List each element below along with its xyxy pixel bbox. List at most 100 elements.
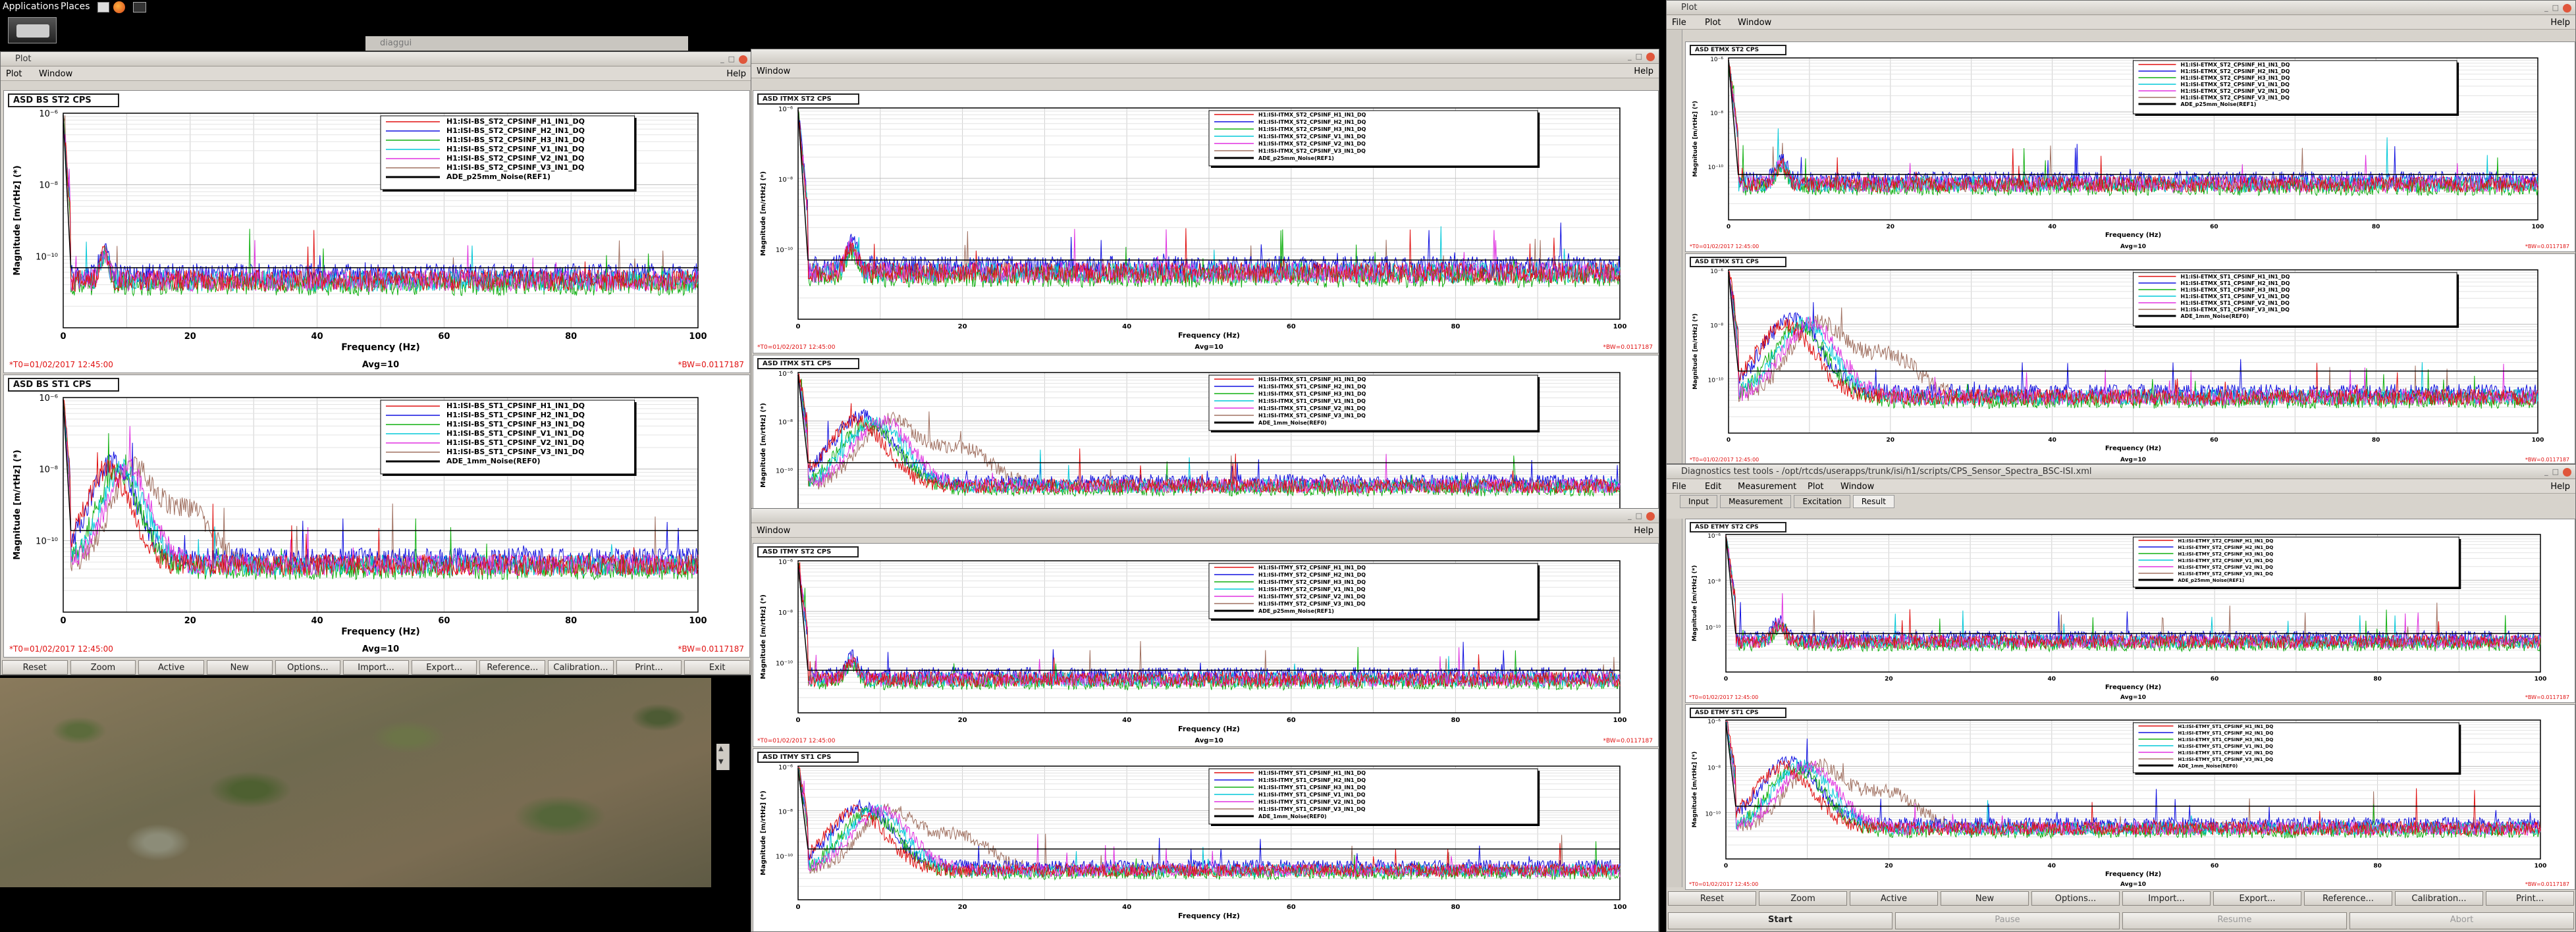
spectrum-plot[interactable]: 10⁻⁶10⁻⁸10⁻¹⁰020406080100Frequency (Hz)M… bbox=[753, 91, 1658, 353]
button-active[interactable]: Active bbox=[138, 660, 204, 675]
scroll-up-icon[interactable]: ▲ bbox=[718, 745, 724, 752]
plot-pad[interactable]: ASD ITMX ST1 CPS10⁻⁶10⁻⁸10⁻¹⁰02040608010… bbox=[753, 355, 1659, 509]
result-scrollbar[interactable] bbox=[1667, 519, 1682, 887]
menu-edit[interactable]: Edit bbox=[1705, 482, 1721, 492]
button-active[interactable]: Active bbox=[1850, 891, 1938, 906]
plot-pad[interactable]: ASD ITMY ST1 CPS 10⁻⁶ 10⁻⁸ 10⁻¹⁰ 0 20 40 60 80 10… bbox=[753, 748, 1659, 932]
minimize-icon[interactable]: _ bbox=[2544, 3, 2552, 12]
spectrum-plot[interactable]: 10⁻⁶10⁻⁸10⁻¹⁰020406080100Frequency (Hz)M… bbox=[753, 355, 1658, 509]
action-start[interactable]: Start bbox=[1668, 912, 1892, 929]
action-abort[interactable]: Abort bbox=[2349, 912, 2574, 929]
spectrum-plot[interactable]: 10⁻⁶10⁻⁸10⁻¹⁰020406080100Frequency (Hz)M… bbox=[1686, 254, 2575, 464]
button-zoom[interactable]: Zoom bbox=[70, 660, 136, 675]
button-exit[interactable]: Exit bbox=[684, 660, 751, 675]
maximize-icon[interactable]: □ bbox=[728, 55, 739, 63]
scrollbar[interactable]: ▲ ▼ bbox=[716, 744, 730, 770]
spectrum-plot[interactable]: 10⁻⁶10⁻⁸10⁻¹⁰020406080100Frequency (Hz)M… bbox=[4, 91, 749, 373]
maximize-icon[interactable]: □ bbox=[1636, 511, 1646, 520]
button-calibration[interactable]: Calibration... bbox=[2395, 891, 2483, 906]
plot-pad[interactable]: ASD BS ST2 CPS 10⁻⁶ 10⁻⁸ 10⁻¹⁰ 0 20 40 60 80 100 F… bbox=[3, 90, 750, 373]
scroll-down-icon[interactable]: ▼ bbox=[718, 758, 724, 765]
minimize-icon[interactable]: _ bbox=[1628, 52, 1636, 61]
button-reference[interactable]: Reference... bbox=[2304, 891, 2392, 906]
tab-measurement[interactable]: Measurement bbox=[1720, 495, 1792, 508]
spectrum-plot[interactable]: 10⁻⁶10⁻⁸10⁻¹⁰020406080100Frequency (Hz)M… bbox=[1686, 42, 2575, 251]
title-bar[interactable]: _□ bbox=[751, 509, 1659, 523]
close-icon[interactable] bbox=[2563, 3, 2571, 13]
spectrum-plot[interactable]: 10⁻⁶10⁻⁸10⁻¹⁰020406080100Frequency (Hz)M… bbox=[753, 749, 1658, 932]
window-controls[interactable]: _□ bbox=[720, 55, 747, 64]
terminal-launcher-icon[interactable] bbox=[97, 2, 109, 13]
plot-pad[interactable]: ASD ETMY ST2 CPS 10⁻⁶ 10⁻⁸ 10⁻¹⁰ 0 20 40 60 80 10… bbox=[1685, 519, 2575, 703]
button-new[interactable]: New bbox=[1941, 891, 2029, 906]
spectrum-plot[interactable]: 10⁻⁶10⁻⁸10⁻¹⁰020406080100Frequency (Hz)M… bbox=[753, 544, 1658, 746]
button-zoom[interactable]: Zoom bbox=[1759, 891, 1847, 906]
window-controls[interactable]: _□ bbox=[2544, 3, 2571, 13]
spectrum-plot[interactable]: 10⁻⁶10⁻⁸10⁻¹⁰020406080100Frequency (Hz)M… bbox=[4, 375, 749, 657]
menu-window[interactable]: Window bbox=[1840, 482, 1874, 492]
window-controls[interactable]: _□ bbox=[2544, 467, 2571, 477]
button-import[interactable]: Import... bbox=[2122, 891, 2211, 906]
button-print[interactable]: Print... bbox=[2486, 891, 2574, 906]
maximize-icon[interactable]: □ bbox=[2552, 467, 2563, 476]
maximize-icon[interactable]: □ bbox=[2552, 3, 2563, 12]
plot-pad[interactable]: ASD ITMX ST2 CPS 10⁻⁶ 10⁻⁸ 10⁻¹⁰ 0 20 40 60 80 10… bbox=[753, 90, 1659, 353]
side-scrollbar[interactable] bbox=[1667, 30, 1682, 463]
button-reset[interactable]: Reset bbox=[2, 660, 68, 675]
button-calibration[interactable]: Calibration... bbox=[548, 660, 614, 675]
close-icon[interactable] bbox=[739, 55, 747, 64]
menu-plot[interactable]: Plot bbox=[1808, 482, 1824, 492]
minimize-icon[interactable]: _ bbox=[720, 55, 728, 63]
maximize-icon[interactable]: □ bbox=[1636, 52, 1646, 61]
minimize-icon[interactable]: _ bbox=[1628, 511, 1636, 520]
plot-pad[interactable]: ASD ITMY ST2 CPS 10⁻⁶ 10⁻⁸ 10⁻¹⁰ 0 20 40 60 80 10… bbox=[753, 543, 1659, 747]
tab-input[interactable]: Input bbox=[1680, 495, 1718, 508]
button-options[interactable]: Options... bbox=[2031, 891, 2120, 906]
spectrum-plot[interactable]: 10⁻⁶10⁻⁸10⁻¹⁰020406080100Frequency (Hz)M… bbox=[1686, 519, 2575, 702]
title-bar[interactable]: Plot _□ bbox=[1667, 1, 2575, 15]
button-options[interactable]: Options... bbox=[275, 660, 341, 675]
minimize-icon[interactable]: _ bbox=[2544, 467, 2552, 476]
window-controls[interactable]: _□ bbox=[1628, 511, 1655, 521]
applications-menu[interactable]: Applications bbox=[3, 1, 59, 12]
menu-file[interactable]: File bbox=[1672, 482, 1686, 492]
close-icon[interactable] bbox=[2563, 467, 2571, 477]
menu-window[interactable]: Window bbox=[1738, 18, 1771, 28]
menu-window[interactable]: Window bbox=[757, 526, 790, 536]
button-import[interactable]: Import... bbox=[343, 660, 409, 675]
plot-pad[interactable]: ASD ETMX ST1 CPS 10⁻⁶ 10⁻⁸ 10⁻¹⁰ 0 20 40 60 80 10… bbox=[1685, 253, 2575, 464]
plot-pad[interactable]: ASD ETMY ST1 CPS 10⁻⁶ 10⁻⁸ 10⁻¹⁰ 0 20 40 60 80 10… bbox=[1685, 704, 2575, 890]
button-reference[interactable]: Reference... bbox=[479, 660, 546, 675]
tab-excitation[interactable]: Excitation bbox=[1794, 495, 1850, 508]
firefox-launcher-icon[interactable] bbox=[113, 1, 125, 13]
places-menu[interactable]: Places bbox=[61, 1, 90, 12]
action-resume[interactable]: Resume bbox=[2122, 912, 2347, 929]
menu-help[interactable]: Help bbox=[726, 69, 746, 79]
menu-window[interactable]: Window bbox=[39, 69, 72, 79]
menu-help[interactable]: Help bbox=[2550, 18, 2570, 28]
window-controls[interactable]: _□ bbox=[1628, 52, 1655, 61]
menu-plot[interactable]: Plot bbox=[1705, 18, 1721, 28]
button-new[interactable]: New bbox=[206, 660, 273, 675]
title-bar[interactable]: Plot _□ bbox=[1, 52, 751, 66]
desktop-radio-icon[interactable] bbox=[8, 17, 57, 43]
menu-window[interactable]: Window bbox=[757, 66, 790, 76]
button-export[interactable]: Export... bbox=[411, 660, 477, 675]
menu-help[interactable]: Help bbox=[1634, 66, 1653, 76]
menu-file[interactable]: File bbox=[1672, 18, 1686, 28]
menu-help[interactable]: Help bbox=[2550, 482, 2570, 492]
title-bar[interactable]: Diagnostics test tools - /opt/rtcds/user… bbox=[1667, 465, 2575, 479]
close-icon[interactable] bbox=[1646, 52, 1655, 61]
button-export[interactable]: Export... bbox=[2213, 891, 2301, 906]
close-icon[interactable] bbox=[1646, 511, 1655, 521]
plot-pad[interactable]: ASD ETMX ST2 CPS 10⁻⁶ 10⁻⁸ 10⁻¹⁰ 0 20 40 60 80 10… bbox=[1685, 41, 2575, 252]
title-bar[interactable]: _□ bbox=[751, 49, 1659, 64]
plot-pad[interactable]: ASD BS ST1 CPS 10⁻⁶ 10⁻⁸ 10⁻¹⁰ 0 20 40 60 80 100 F… bbox=[3, 375, 750, 658]
menu-measurement[interactable]: Measurement bbox=[1738, 482, 1796, 492]
background-window-title[interactable]: diaggui bbox=[365, 36, 688, 51]
monitor-launcher-icon[interactable] bbox=[133, 2, 146, 13]
menu-plot[interactable]: Plot bbox=[6, 69, 22, 79]
tab-result[interactable]: Result bbox=[1852, 495, 1894, 508]
menu-help[interactable]: Help bbox=[1634, 526, 1653, 536]
spectrum-plot[interactable]: 10⁻⁶10⁻⁸10⁻¹⁰020406080100Frequency (Hz)M… bbox=[1686, 705, 2575, 889]
